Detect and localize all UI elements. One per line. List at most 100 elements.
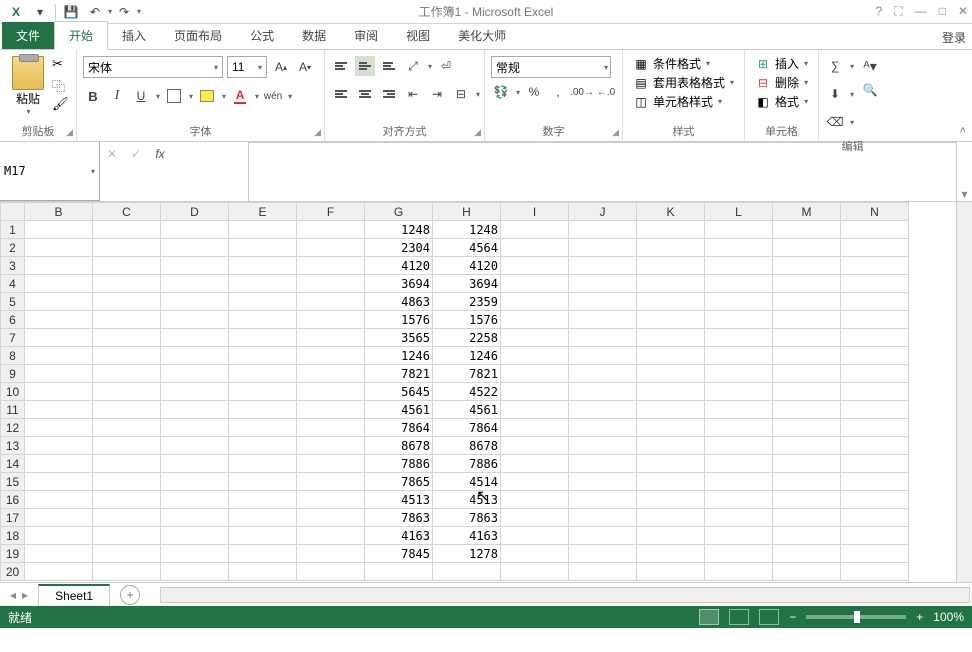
row-header[interactable]: 18 bbox=[1, 527, 25, 545]
align-left-icon[interactable] bbox=[331, 84, 351, 104]
cell[interactable] bbox=[501, 257, 569, 275]
cell[interactable]: 7845 bbox=[365, 545, 433, 563]
cell[interactable] bbox=[773, 491, 841, 509]
cell[interactable] bbox=[705, 311, 773, 329]
maximize-icon[interactable]: □ bbox=[939, 4, 946, 19]
tab-insert[interactable]: 插入 bbox=[108, 22, 160, 49]
decrease-decimal-icon[interactable]: ←.0 bbox=[596, 82, 616, 102]
align-bottom-icon[interactable] bbox=[379, 56, 399, 76]
cell[interactable]: 7886 bbox=[433, 455, 501, 473]
cell[interactable] bbox=[501, 455, 569, 473]
cell[interactable]: 4163 bbox=[433, 527, 501, 545]
cell[interactable] bbox=[297, 509, 365, 527]
cell[interactable]: 7821 bbox=[433, 365, 501, 383]
cell[interactable] bbox=[841, 293, 909, 311]
cell[interactable] bbox=[637, 221, 705, 239]
underline-dropdown-icon[interactable]: ▾ bbox=[156, 92, 160, 101]
insert-function-icon[interactable]: fx bbox=[148, 144, 172, 164]
cell[interactable] bbox=[569, 401, 637, 419]
cell[interactable] bbox=[569, 293, 637, 311]
row-header[interactable]: 13 bbox=[1, 437, 25, 455]
cell[interactable] bbox=[501, 365, 569, 383]
cell[interactable] bbox=[297, 437, 365, 455]
dialog-launcher-icon[interactable]: ◢ bbox=[314, 127, 321, 138]
cell[interactable] bbox=[433, 563, 501, 581]
cell[interactable] bbox=[229, 401, 297, 419]
row-header[interactable]: 1 bbox=[1, 221, 25, 239]
cell[interactable] bbox=[569, 509, 637, 527]
cell[interactable] bbox=[93, 365, 161, 383]
zoom-level[interactable]: 100% bbox=[933, 610, 964, 624]
format-painter-icon[interactable]: 🖌 bbox=[52, 96, 68, 112]
fontcolor-dropdown-icon[interactable]: ▾ bbox=[255, 92, 259, 101]
cell[interactable] bbox=[773, 365, 841, 383]
page-break-view-icon[interactable] bbox=[759, 609, 779, 625]
row-header[interactable]: 7 bbox=[1, 329, 25, 347]
cell[interactable] bbox=[773, 545, 841, 563]
cell[interactable] bbox=[229, 545, 297, 563]
cell[interactable] bbox=[841, 527, 909, 545]
normal-view-icon[interactable] bbox=[699, 609, 719, 625]
cut-icon[interactable]: ✂ bbox=[52, 56, 68, 72]
cell[interactable] bbox=[161, 383, 229, 401]
cell[interactable] bbox=[229, 491, 297, 509]
cell[interactable] bbox=[229, 365, 297, 383]
cell[interactable] bbox=[705, 383, 773, 401]
phonetic-dropdown-icon[interactable]: ▾ bbox=[288, 92, 292, 101]
tab-formula[interactable]: 公式 bbox=[236, 22, 288, 49]
find-select-icon[interactable]: 🔍 bbox=[860, 80, 880, 100]
cell[interactable] bbox=[569, 437, 637, 455]
cell[interactable] bbox=[773, 311, 841, 329]
cell[interactable] bbox=[93, 509, 161, 527]
help-icon[interactable]: ? bbox=[876, 4, 883, 19]
cell[interactable] bbox=[705, 257, 773, 275]
cell[interactable]: 4120 bbox=[433, 257, 501, 275]
sheet-nav-next-icon[interactable]: ▸ bbox=[22, 588, 28, 602]
cell[interactable] bbox=[229, 383, 297, 401]
cell[interactable]: 7821 bbox=[365, 365, 433, 383]
cell[interactable] bbox=[773, 275, 841, 293]
cell[interactable] bbox=[773, 437, 841, 455]
cell[interactable] bbox=[25, 347, 93, 365]
cell[interactable] bbox=[93, 455, 161, 473]
cell[interactable]: 1248 bbox=[365, 221, 433, 239]
tab-file[interactable]: 文件 bbox=[2, 22, 54, 49]
dialog-launcher-icon[interactable]: ◢ bbox=[66, 127, 73, 138]
ribbon-options-icon[interactable]: ⛶ bbox=[894, 4, 902, 19]
cell[interactable] bbox=[637, 509, 705, 527]
font-name-input[interactable] bbox=[88, 60, 213, 74]
cell[interactable] bbox=[705, 275, 773, 293]
undo-icon[interactable]: ↶ bbox=[86, 3, 104, 21]
cell[interactable] bbox=[773, 293, 841, 311]
column-header[interactable]: C bbox=[93, 203, 161, 221]
cell[interactable] bbox=[25, 401, 93, 419]
cell[interactable] bbox=[25, 437, 93, 455]
cell[interactable] bbox=[297, 419, 365, 437]
cell[interactable] bbox=[161, 473, 229, 491]
cell[interactable] bbox=[229, 563, 297, 581]
cell[interactable] bbox=[569, 455, 637, 473]
border-dropdown-icon[interactable]: ▾ bbox=[189, 92, 193, 101]
cell[interactable] bbox=[161, 329, 229, 347]
name-box-dropdown-icon[interactable]: ▾ bbox=[91, 167, 95, 176]
cell[interactable] bbox=[773, 527, 841, 545]
cell[interactable] bbox=[161, 419, 229, 437]
redo-icon[interactable]: ↷ bbox=[115, 3, 133, 21]
tab-view[interactable]: 视图 bbox=[392, 22, 444, 49]
qat-dropdown-icon[interactable]: ▾ bbox=[31, 3, 49, 21]
cell[interactable]: 7865 bbox=[365, 473, 433, 491]
cell[interactable] bbox=[773, 455, 841, 473]
cell[interactable] bbox=[705, 491, 773, 509]
cell[interactable] bbox=[569, 563, 637, 581]
cell[interactable] bbox=[93, 257, 161, 275]
cell[interactable] bbox=[569, 419, 637, 437]
accounting-format-icon[interactable]: 💱 bbox=[491, 82, 511, 102]
cell[interactable] bbox=[773, 401, 841, 419]
close-icon[interactable]: ✕ bbox=[958, 4, 968, 19]
zoom-slider[interactable] bbox=[806, 615, 906, 619]
cell[interactable] bbox=[297, 455, 365, 473]
grid-table[interactable]: BCDEFGHIJKLMN 11248124822304456434120412… bbox=[0, 202, 909, 581]
align-center-icon[interactable] bbox=[355, 84, 375, 104]
cell[interactable] bbox=[705, 527, 773, 545]
cell[interactable] bbox=[773, 563, 841, 581]
